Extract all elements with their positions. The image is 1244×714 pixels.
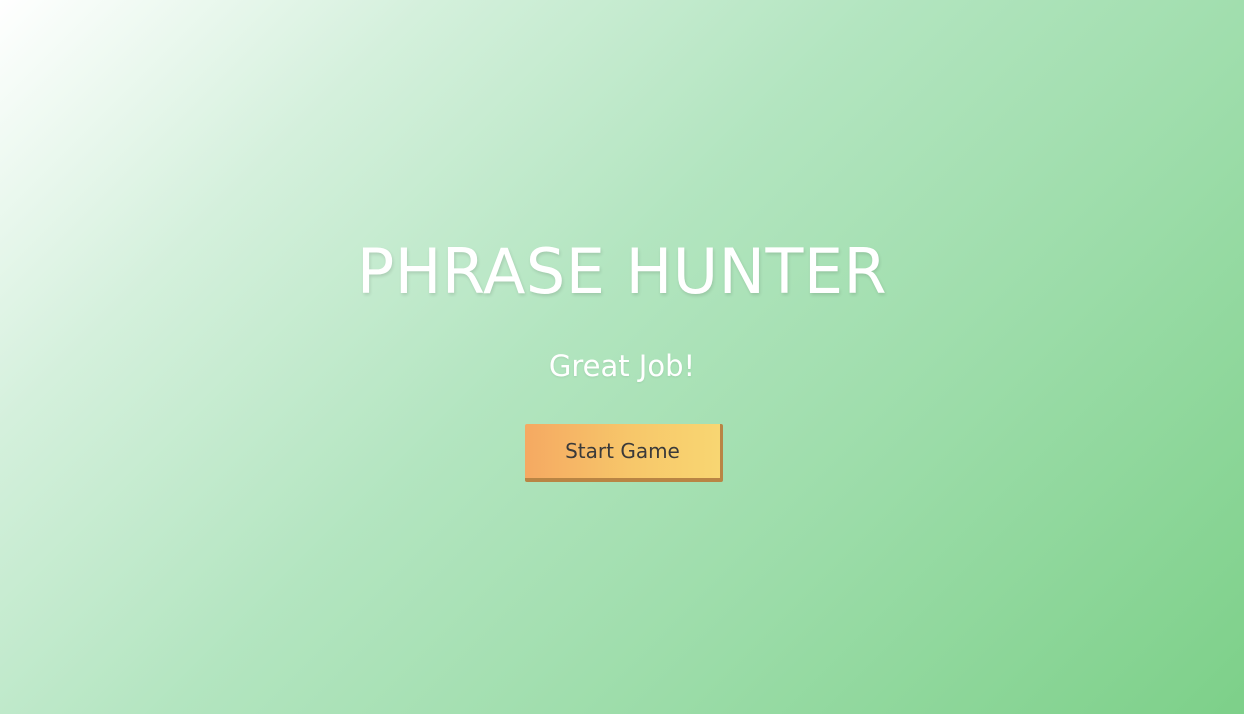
start-overlay: PHRASE HUNTER Great Job! Start Game — [0, 0, 1244, 714]
game-over-message: Great Job! — [548, 349, 696, 383]
start-game-button[interactable]: Start Game — [525, 424, 723, 482]
game-title: PHRASE HUNTER — [356, 235, 888, 308]
